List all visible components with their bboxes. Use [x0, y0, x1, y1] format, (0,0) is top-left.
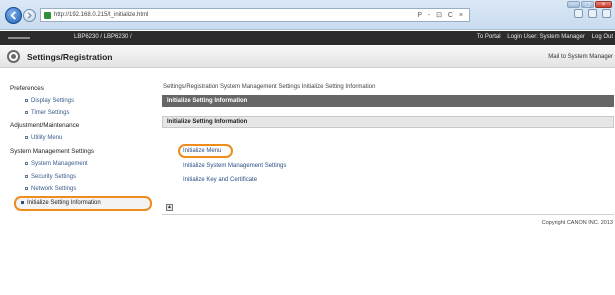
page-title: Settings/Registration: [27, 52, 113, 62]
sidebar-group-preferences[interactable]: Preferences: [10, 85, 44, 92]
gear-icon: [7, 50, 20, 63]
breadcrumb: Settings/Registration System Management …: [163, 84, 376, 90]
bullet-icon: [21, 200, 24, 204]
sidebar-item-system-management[interactable]: System Management: [25, 161, 88, 167]
browser-toolbar: – ▢ × http://192.168.0.215/t_initialize.…: [0, 0, 615, 30]
logout-link[interactable]: Log Out: [592, 34, 613, 40]
back-button[interactable]: [5, 7, 22, 24]
to-portal-link[interactable]: To Portal: [477, 34, 501, 40]
address-bar[interactable]: http://192.168.0.215/t_initialize.html P…: [40, 8, 470, 22]
bullet-icon: [25, 98, 28, 102]
favorites-icon[interactable]: [588, 9, 597, 18]
initialize-menu-link[interactable]: Initialize Menu: [183, 148, 221, 154]
sidebar-group-system-management[interactable]: System Management Settings: [10, 148, 94, 155]
home-icon[interactable]: [574, 9, 583, 18]
url-text: http://192.168.0.215/t_initialize.html: [54, 12, 149, 18]
sidebar-item-timer-settings[interactable]: Timer Settings: [25, 110, 69, 116]
login-user-text: Login User: System Manager: [507, 34, 585, 40]
sidebar-item-utility-menu[interactable]: Utility Menu: [25, 135, 62, 141]
sidebar-item-security-settings[interactable]: Security Settings: [25, 174, 76, 180]
scroll-to-top-button[interactable]: ▲: [166, 204, 173, 211]
header-links: To Portal Login User: System Manager Log…: [472, 34, 613, 40]
model-name: LBP6230 / LBP6230 /: [74, 34, 132, 40]
address-controls[interactable]: P - ⊡ C ×: [417, 11, 465, 19]
main-content: Settings/Registration System Management …: [157, 78, 615, 273]
settings-gear-icon[interactable]: [602, 9, 611, 18]
mail-to-manager-link[interactable]: Mail to System Manager: [548, 54, 613, 60]
minimize-button[interactable]: –: [567, 1, 580, 8]
sidebar: Preferences Display Settings Timer Setti…: [0, 79, 155, 269]
sidebar-item-display-settings[interactable]: Display Settings: [25, 98, 74, 104]
maximize-button[interactable]: ▢: [581, 1, 594, 8]
footer-divider: [162, 214, 614, 215]
device-header: LBP6230 / LBP6230 / To Portal Login User…: [0, 31, 615, 45]
bullet-icon: [25, 110, 28, 114]
bullet-icon: [25, 174, 28, 178]
initialize-key-and-certificate-link[interactable]: Initialize Key and Certificate: [183, 177, 257, 183]
copyright-text: Copyright CANON INC. 2013: [541, 220, 613, 226]
bullet-icon: [25, 135, 28, 139]
logo-bar: [8, 37, 30, 39]
sidebar-item-initialize-setting-information[interactable]: Initialize Setting Information: [14, 196, 152, 211]
arrow-right-icon: [27, 12, 32, 19]
initialize-system-management-settings-link[interactable]: Initialize System Management Settings: [183, 163, 286, 169]
sidebar-item-network-settings[interactable]: Network Settings: [25, 186, 76, 192]
section-header: Initialize Setting Information: [162, 116, 614, 128]
site-icon: [44, 12, 51, 19]
bullet-icon: [25, 186, 28, 190]
forward-button[interactable]: [23, 9, 36, 22]
close-button[interactable]: ×: [595, 1, 612, 8]
bullet-icon: [25, 161, 28, 165]
sidebar-group-adjustment[interactable]: Adjustment/Maintenance: [10, 122, 79, 129]
arrow-left-icon: [10, 11, 16, 20]
window-controls: – ▢ ×: [567, 1, 612, 8]
toolbar-icons: [574, 9, 611, 18]
page-header: Initialize Setting Information: [162, 95, 614, 107]
page-title-band: Settings/Registration Mail to System Man…: [0, 46, 615, 68]
